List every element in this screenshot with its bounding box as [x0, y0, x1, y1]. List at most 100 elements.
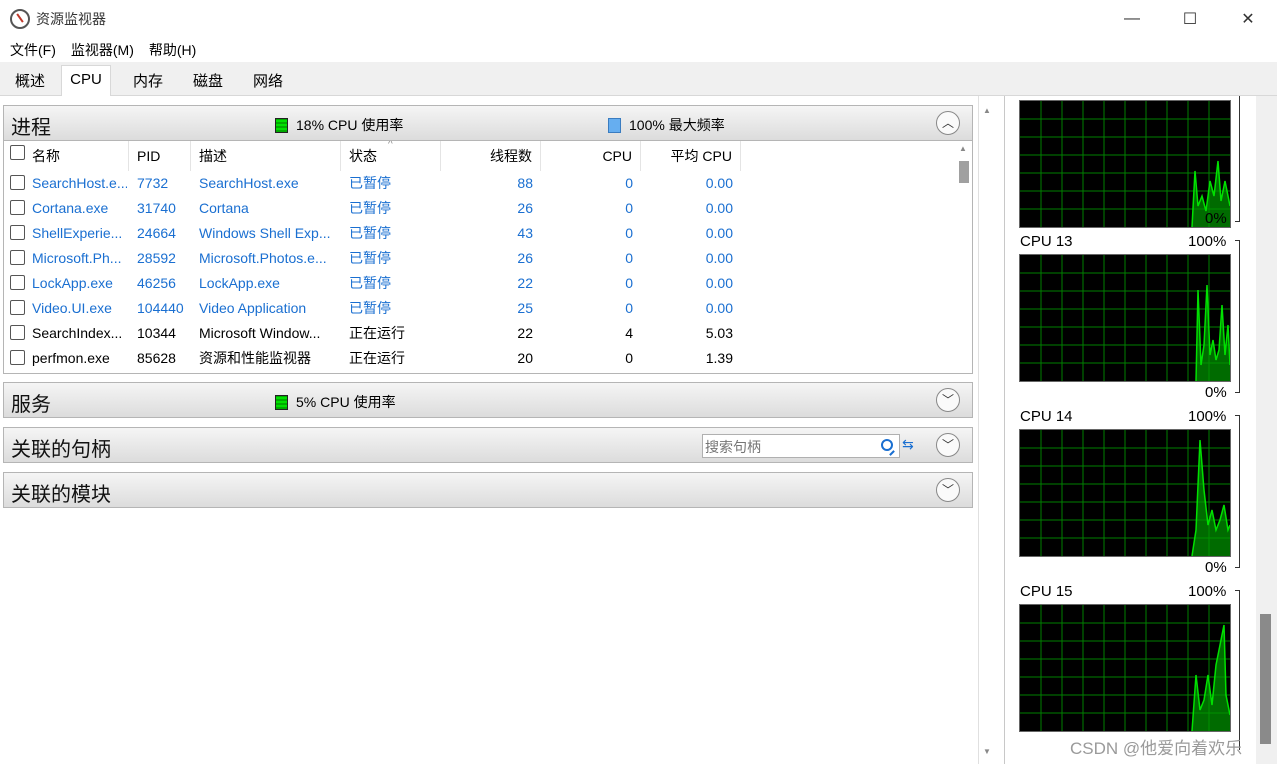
left-panel: 进程 18% CPU 使用率 100% 最大频率 ︿ 名称 PID 描述 状态 …: [0, 96, 978, 764]
process-checkbox[interactable]: [10, 200, 25, 215]
cell-average-cpu: 5.03: [705, 325, 733, 341]
column-header-pid[interactable]: PID: [129, 141, 191, 171]
cpu-graphs-scroll-thumb[interactable]: [1260, 614, 1271, 744]
cpu-graph-min-label: 0%: [1205, 559, 1227, 576]
process-row[interactable]: perfmon.exe 85628 资源和性能监视器 正在运行 20 0 1.39: [4, 346, 954, 371]
services-cpu-legend: 5% CPU 使用率: [275, 392, 396, 412]
cell-description: 资源和性能监视器: [199, 350, 311, 366]
collapse-processes-chevron-up-icon[interactable]: ︿: [936, 111, 960, 135]
cell-description: SearchHost.exe: [199, 175, 299, 191]
tab-network[interactable]: 网络: [242, 68, 294, 96]
handles-search-input[interactable]: [705, 437, 875, 456]
left-panel-scrollbar[interactable]: ▲ ▼: [978, 96, 995, 764]
process-checkbox[interactable]: [10, 250, 25, 265]
cell-status: 正在运行: [349, 325, 405, 341]
processes-table: 名称 PID 描述 状态 ^ 线程数 CPU 平均 CPU SearchHost…: [3, 141, 973, 374]
cell-pid: 24664: [137, 225, 176, 241]
expand-handles-chevron-down-icon[interactable]: ﹀: [936, 433, 960, 457]
process-row[interactable]: Video.UI.exe 104440 Video Application 已暂停 25…: [4, 296, 954, 321]
cpu-graph: [1019, 429, 1231, 557]
close-button[interactable]: ✕: [1219, 0, 1277, 38]
cell-description: Windows Shell Exp...: [199, 225, 331, 241]
process-checkbox[interactable]: [10, 275, 25, 290]
cell-threads: 22: [517, 325, 533, 341]
process-checkbox[interactable]: [10, 175, 25, 190]
process-row[interactable]: SearchHost.e... 7732 SearchHost.exe 已暂停 88 0 0…: [4, 171, 954, 196]
modules-title: 关联的模块: [11, 484, 111, 506]
menu-file[interactable]: 文件(F): [4, 40, 65, 60]
handles-header[interactable]: 关联的句柄 ⇆ ﹀: [3, 427, 973, 463]
cpu-graph-svg: [1020, 430, 1230, 556]
cell-pid: 104440: [137, 300, 184, 316]
expand-services-chevron-down-icon[interactable]: ﹀: [936, 388, 960, 412]
cell-name: SearchHost.e...: [32, 175, 127, 191]
cpu-graph: [1019, 100, 1231, 228]
cell-cpu: 0: [625, 350, 633, 366]
process-row[interactable]: Cortana.exe 31740 Cortana 已暂停 26 0 0.00: [4, 196, 954, 221]
scroll-down-icon[interactable]: ▼: [983, 747, 991, 756]
modules-header[interactable]: 关联的模块 ﹀: [3, 472, 973, 508]
cpu-graph-svg: [1020, 605, 1230, 731]
process-checkbox[interactable]: [10, 350, 25, 365]
cell-average-cpu: 0.00: [705, 225, 733, 241]
cell-cpu: 4: [625, 325, 633, 341]
cpu-usage-swatch: [275, 117, 288, 133]
process-row[interactable]: SearchIndex... 10344 Microsoft Window... 正在…: [4, 321, 954, 346]
cell-name: SearchIndex...: [32, 325, 123, 341]
cpu-graph-label: CPU 15: [1020, 583, 1073, 600]
cell-threads: 22: [517, 275, 533, 291]
cell-name: perfmon.exe: [32, 350, 110, 366]
cell-threads: 25: [517, 300, 533, 316]
refresh-search-icon[interactable]: ⇆: [902, 436, 914, 453]
column-header-average-cpu[interactable]: 平均 CPU: [641, 141, 741, 171]
cell-status: 已暂停: [349, 300, 391, 316]
tab-memory[interactable]: 内存: [122, 68, 174, 96]
process-checkbox[interactable]: [10, 325, 25, 340]
search-icon[interactable]: [881, 439, 893, 451]
process-checkbox[interactable]: [10, 225, 25, 240]
column-header-cpu[interactable]: CPU: [541, 141, 641, 171]
cell-status: 已暂停: [349, 200, 391, 216]
column-header-description[interactable]: 描述: [191, 141, 341, 171]
cell-pid: 46256: [137, 275, 176, 291]
cell-description: Cortana: [199, 200, 249, 216]
process-checkbox[interactable]: [10, 300, 25, 315]
graph-scale-bracket: [1235, 415, 1240, 568]
menu-help[interactable]: 帮助(H): [143, 40, 205, 60]
graph-scale-bracket: [1235, 96, 1240, 222]
column-header-threads[interactable]: 线程数: [441, 141, 541, 171]
process-row[interactable]: ShellExperie... 24664 Windows Shell Exp...…: [4, 221, 954, 246]
scroll-up-icon[interactable]: ▲: [983, 106, 991, 115]
maximize-button[interactable]: ☐: [1161, 0, 1219, 38]
processes-header[interactable]: 进程 18% CPU 使用率 100% 最大频率 ︿: [3, 105, 973, 141]
cell-pid: 28592: [137, 250, 176, 266]
cell-threads: 20: [517, 350, 533, 366]
cell-description: Microsoft.Photos.e...: [199, 250, 327, 266]
expand-modules-chevron-down-icon[interactable]: ﹀: [936, 478, 960, 502]
cpu-graph-label: CPU 14: [1020, 408, 1073, 425]
graph-scale-bracket: [1235, 590, 1240, 750]
cell-name: Cortana.exe: [32, 200, 109, 216]
cell-description: Video Application: [199, 300, 307, 316]
select-all-checkbox[interactable]: [10, 145, 25, 160]
process-row[interactable]: LockApp.exe 46256 LockApp.exe 已暂停 22 0 0.00: [4, 271, 954, 296]
cell-name: ShellExperie...: [32, 225, 123, 241]
processes-scrollbar[interactable]: ▲: [955, 141, 972, 373]
process-row[interactable]: Microsoft.Ph... 28592 Microsoft.Photos.e..…: [4, 246, 954, 271]
services-header[interactable]: 服务 5% CPU 使用率 ﹀: [3, 382, 973, 418]
cpu-graph-svg: [1020, 255, 1230, 381]
minimize-button[interactable]: —: [1103, 0, 1161, 38]
cell-average-cpu: 1.39: [705, 350, 733, 366]
tab-overview[interactable]: 概述: [4, 68, 56, 96]
handles-title: 关联的句柄: [11, 439, 111, 461]
menu-bar: 文件(F) 监视器(M) 帮助(H): [0, 38, 205, 62]
cell-average-cpu: 0.00: [705, 275, 733, 291]
tab-disk[interactable]: 磁盘: [182, 68, 234, 96]
column-header-name[interactable]: 名称: [4, 141, 129, 171]
menu-monitor[interactable]: 监视器(M): [65, 40, 143, 60]
cpu-graphs-scrollbar[interactable]: [1256, 96, 1277, 764]
scroll-up-icon[interactable]: ▲: [959, 144, 967, 153]
resource-monitor-app-icon: [10, 9, 30, 29]
tab-cpu[interactable]: CPU: [61, 65, 111, 96]
processes-scroll-thumb[interactable]: [959, 161, 969, 183]
